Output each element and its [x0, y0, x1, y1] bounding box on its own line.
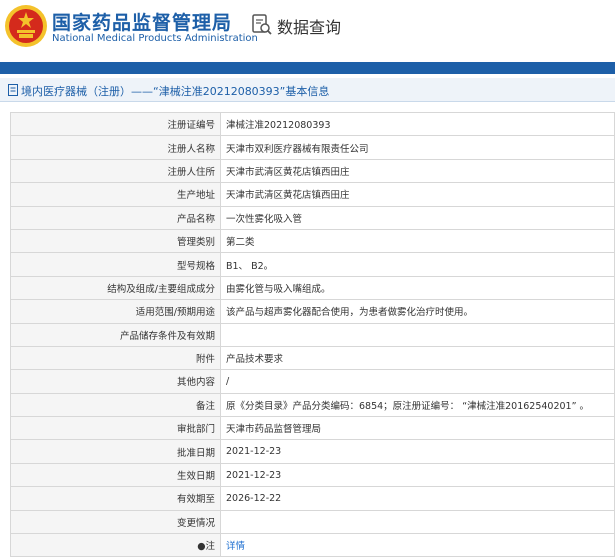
table-row: 产品储存条件及有效期 — [10, 322, 615, 347]
field-value — [220, 322, 615, 347]
table-row: 适用范围/预期用途 该产品与超声雾化器配合使用，为患者做雾化治疗时使用。 — [10, 299, 615, 324]
field-label: 型号规格 — [10, 252, 221, 277]
table-row: 变更情况 — [10, 509, 615, 535]
field-value: 2021-12-23 — [220, 462, 615, 488]
field-label: 注册人名称 — [10, 135, 221, 160]
table-row: 批准日期 2021-12-23 — [10, 439, 615, 464]
field-label: 附件 — [10, 345, 221, 371]
field-label: 生产地址 — [10, 182, 221, 207]
field-label: 变更情况 — [10, 509, 221, 535]
field-value: 天津市武清区黄花店镇西田庄 — [220, 158, 615, 184]
site-brand-english: National Medical Products Administration — [52, 33, 258, 44]
field-value: 第二类 — [220, 228, 615, 254]
field-value: 一次性雾化吸入管 — [220, 205, 615, 230]
field-value: 该产品与超声雾化器配合使用，为患者做雾化治疗时使用。 — [220, 299, 615, 324]
table-row: 注册证编号 津械注准20212080393 — [10, 111, 615, 137]
table-row: 注册人名称 天津市双利医疗器械有限责任公司 — [10, 135, 615, 160]
field-label: 有效期至 — [10, 486, 221, 511]
field-value: 由雾化管与吸入嘴组成。 — [220, 275, 615, 301]
field-label: 结构及组成/主要组成成分 — [10, 275, 221, 301]
table-row: ●注 详情 — [10, 533, 615, 557]
field-label: 备注 — [10, 392, 221, 418]
field-value: 产品技术要求 — [220, 345, 615, 371]
search-document-icon — [252, 14, 272, 35]
table-row: 管理类别 第二类 — [10, 228, 615, 254]
field-value: 天津市药品监督管理局 — [220, 416, 615, 441]
device-info-table: 注册证编号 津械注准20212080393 注册人名称 天津市双利医疗器械有限责任公… — [10, 111, 615, 557]
data-query-title: 数据查询 — [277, 18, 342, 37]
field-value: 津械注准20212080393 — [220, 111, 615, 137]
field-label: 产品名称 — [10, 205, 221, 230]
table-row: 审批部门 天津市药品监督管理局 — [10, 416, 615, 441]
field-value: 天津市双利医疗器械有限责任公司 — [220, 135, 615, 160]
table-row: 型号规格 B1、 B2。 — [10, 252, 615, 277]
field-value: B1、 B2。 — [220, 252, 615, 277]
section-title: 境内医疗器械（注册）——“津械注准20212080393”基本信息 — [21, 85, 330, 98]
field-label: 管理类别 — [10, 228, 221, 254]
field-value: 2026-12-22 — [220, 486, 615, 511]
field-value: 原《分类目录》产品分类编码：6854；原注册证编号： “津械注准20162540… — [220, 392, 615, 418]
field-value: 天津市武清区黄花店镇西田庄 — [220, 182, 615, 207]
field-label: 其他内容 — [10, 369, 221, 394]
details-link[interactable]: 详情 — [226, 541, 245, 552]
field-value — [220, 509, 615, 535]
table-row: 有效期至 2026-12-22 — [10, 486, 615, 511]
header-accent-bar — [0, 62, 615, 74]
note-label: ●注 — [10, 533, 221, 557]
field-label: 产品储存条件及有效期 — [10, 322, 221, 347]
table-row: 附件 产品技术要求 — [10, 345, 615, 371]
field-value: 2021-12-23 — [220, 439, 615, 464]
table-row: 备注 原《分类目录》产品分类编码：6854；原注册证编号： “津械注准201625… — [10, 392, 615, 418]
table-row: 生产地址 天津市武清区黄花店镇西田庄 — [10, 182, 615, 207]
table-row: 产品名称 一次性雾化吸入管 — [10, 205, 615, 230]
field-label: 注册证编号 — [10, 111, 221, 137]
table-row: 其他内容 / — [10, 369, 615, 394]
field-label: 审批部门 — [10, 416, 221, 441]
field-label: 生效日期 — [10, 462, 221, 488]
field-label: 批准日期 — [10, 439, 221, 464]
section-header: 境内医疗器械（注册）——“津械注准20212080393”基本信息 — [0, 78, 615, 102]
table-row: 结构及组成/主要组成成分 由雾化管与吸入嘴组成。 — [10, 275, 615, 301]
table-row: 注册人住所 天津市武清区黄花店镇西田庄 — [10, 158, 615, 184]
table-row: 生效日期 2021-12-23 — [10, 462, 615, 488]
note-value: 详情 — [220, 533, 615, 557]
site-header: 国家药品监督管理局 National Medical Products Admi… — [0, 0, 615, 62]
site-brand-chinese: 国家药品监督管理局 — [52, 12, 233, 34]
field-label: 适用范围/预期用途 — [10, 299, 221, 324]
national-emblem-icon — [5, 5, 47, 47]
field-label: 注册人住所 — [10, 158, 221, 184]
field-value: / — [220, 369, 615, 394]
document-icon — [8, 84, 18, 96]
